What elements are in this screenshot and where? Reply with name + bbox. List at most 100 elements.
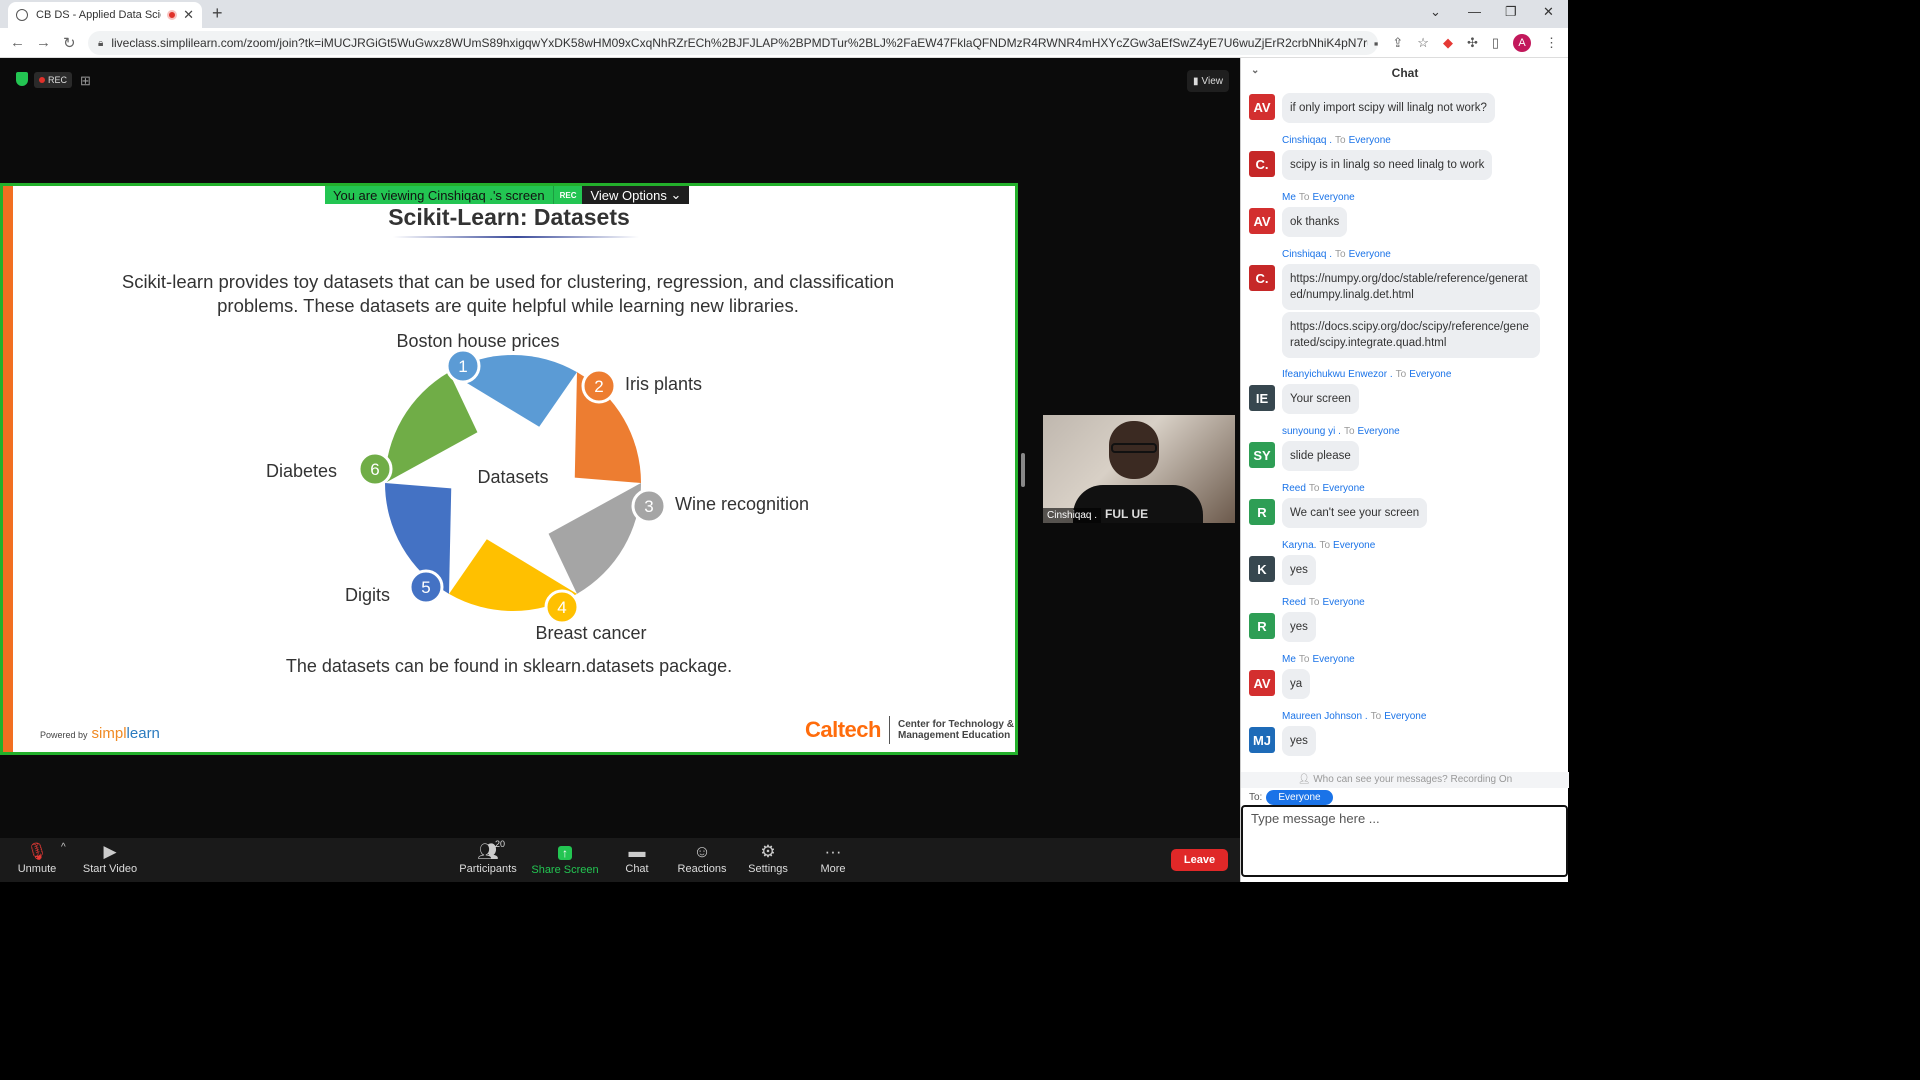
camera-icon[interactable]: ▪ — [1374, 36, 1379, 51]
more-button[interactable]: ··· More — [798, 841, 868, 875]
more-label: More — [820, 863, 846, 875]
dataset-number: 6 — [370, 460, 379, 479]
dataset-segment — [548, 483, 641, 594]
chat-recipient[interactable]: Everyone — [1322, 597, 1364, 608]
tab-close-icon[interactable]: ✕ — [183, 7, 194, 23]
video-tile[interactable]: FUL UE Cinshiqaq . — [1043, 415, 1235, 523]
chat-message-meta: sunyoung yi . To Everyone — [1282, 426, 1400, 437]
logo-separator — [888, 716, 890, 744]
browser-menu-icon[interactable]: ⋮ — [1545, 35, 1558, 51]
chat-message-meta: Cinshiqaq . To Everyone — [1282, 135, 1391, 146]
chat-sender[interactable]: Me — [1282, 192, 1296, 203]
security-shield-icon[interactable] — [16, 72, 28, 86]
chat-to: To — [1319, 540, 1331, 551]
dataset-label: Diabetes — [266, 461, 337, 481]
chat-recipient[interactable]: Everyone — [1312, 654, 1354, 665]
chat-recipient[interactable]: Everyone — [1349, 249, 1391, 260]
chat-bubble: We can't see your screen — [1282, 498, 1428, 528]
back-icon[interactable]: ← — [10, 34, 25, 51]
chat-to: To — [1298, 654, 1310, 665]
privacy-icon: 👤︎ — [1297, 774, 1311, 785]
tab-favicon-icon — [16, 9, 28, 21]
privacy-note[interactable]: 👤︎ Who can see your messages? Recording … — [1241, 772, 1569, 788]
view-button[interactable]: ▮ View — [1187, 70, 1230, 92]
more-dots-icon: ··· — [824, 842, 842, 861]
collapse-chevron-icon[interactable]: ⌄ — [1251, 65, 1259, 76]
chat-sender[interactable]: Karyna. — [1282, 540, 1316, 551]
chat-to: To — [1370, 711, 1382, 722]
tab-search-icon[interactable]: ⌄ — [1430, 4, 1441, 20]
dataset-number: 4 — [557, 598, 566, 617]
panel-resize-handle[interactable] — [1021, 453, 1025, 487]
extensions-puzzle-icon[interactable]: ✣ — [1467, 35, 1478, 51]
gallery-grid-icon[interactable]: ⊞ — [80, 73, 91, 89]
address-bar[interactable]: 🔒︎ liveclass.simplilearn.com/zoom/join?t… — [88, 31, 1378, 55]
leave-button[interactable]: Leave — [1171, 849, 1228, 871]
chat-sender[interactable]: sunyoung yi . — [1282, 426, 1341, 437]
restore-icon[interactable]: ❐ — [1505, 4, 1517, 20]
view-label: View — [1201, 75, 1224, 87]
chat-message-input[interactable] — [1241, 805, 1568, 877]
extension-icon[interactable]: ◆ — [1443, 35, 1453, 51]
chat-recipient[interactable]: Everyone — [1322, 483, 1364, 494]
video-glasses — [1111, 443, 1157, 453]
profile-avatar[interactable]: A — [1513, 34, 1531, 52]
start-video-button[interactable]: ▶ Start Video — [75, 841, 145, 875]
new-tab-button[interactable]: + — [212, 3, 223, 24]
chat-sender[interactable]: Reed — [1282, 483, 1306, 494]
browser-tab[interactable]: CB DS - Applied Data Scienc ✕ — [8, 2, 202, 28]
chat-avatar: K — [1249, 556, 1275, 582]
chat-bubble: if only import scipy will linalg not wor… — [1282, 93, 1495, 123]
chat-sender[interactable]: Me — [1282, 654, 1296, 665]
settings-button[interactable]: ⚙ Settings — [733, 841, 803, 875]
dataset-label: Breast cancer — [535, 623, 646, 643]
chat-avatar: IE — [1249, 385, 1275, 411]
chat-recipient[interactable]: Everyone — [1333, 540, 1375, 551]
dataset-number: 1 — [458, 357, 467, 376]
chat-recipient[interactable]: Everyone — [1384, 711, 1426, 722]
participants-button[interactable]: 👥︎ 20 Participants — [453, 839, 523, 875]
recipient-selector[interactable]: Everyone — [1266, 790, 1333, 805]
bookmark-star-icon[interactable]: ☆ — [1417, 35, 1429, 51]
audio-options-chevron-icon[interactable]: ^ — [61, 842, 66, 853]
chat-sender[interactable]: Reed — [1282, 597, 1306, 608]
chat-recipient[interactable]: Everyone — [1358, 426, 1400, 437]
chat-bubble: https://docs.scipy.org/doc/scipy/referen… — [1282, 312, 1540, 358]
chat-recipient[interactable]: Everyone — [1349, 135, 1391, 146]
zoom-meeting-area: REC ⊞ ▮ View You are viewing Cinshiqaq .'… — [0, 58, 1240, 838]
chat-panel: ⌄ Chat AV if only import scipy will linal… — [1240, 58, 1569, 882]
chat-to: To — [1308, 483, 1320, 494]
side-panel-icon[interactable]: ▯ — [1492, 35, 1499, 51]
chat-bubble: yes — [1282, 612, 1316, 642]
chat-avatar: AV — [1249, 670, 1275, 696]
powered-by-label: Powered by — [40, 730, 88, 740]
privacy-note-text: Who can see your messages? Recording On — [1313, 774, 1513, 785]
recording-badge[interactable]: REC — [34, 72, 73, 88]
share-screen-button[interactable]: ↑ Share Screen — [530, 841, 600, 876]
chat-message-meta: Reed To Everyone — [1282, 597, 1365, 608]
chat-recipient[interactable]: Everyone — [1409, 369, 1451, 380]
chat-sender[interactable]: Cinshiqaq . — [1282, 135, 1332, 146]
brand-learn: learn — [126, 725, 160, 742]
reload-icon[interactable]: ↻ — [63, 34, 76, 52]
chat-avatar: C. — [1249, 265, 1275, 291]
share-screen-label: Share Screen — [531, 864, 599, 876]
chat-sender[interactable]: Cinshiqaq . — [1282, 249, 1332, 260]
chat-sender[interactable]: Maureen Johnson . — [1282, 711, 1368, 722]
share-icon[interactable]: ⇪ — [1392, 35, 1403, 51]
chat-bubble-icon: ▬ — [628, 842, 646, 861]
participants-icon: 👥︎ — [477, 842, 499, 861]
chat-sender[interactable]: Ifeanyichukwu Enwezor . — [1282, 369, 1393, 380]
forward-icon[interactable]: → — [36, 34, 51, 51]
chat-to: To — [1308, 597, 1320, 608]
settings-label: Settings — [748, 863, 788, 875]
window-close-icon[interactable]: ✕ — [1543, 4, 1554, 20]
video-participant-name: Cinshiqaq . — [1043, 508, 1102, 523]
chat-button[interactable]: ▬ Chat — [602, 841, 672, 875]
caltech-logo: Caltech Center for Technology & Managemen… — [805, 716, 1014, 744]
chat-recipient[interactable]: Everyone — [1312, 192, 1354, 203]
gear-icon: ⚙ — [760, 842, 776, 861]
minimize-icon[interactable]: — — [1468, 4, 1481, 19]
reactions-button[interactable]: ☺ Reactions — [667, 841, 737, 875]
dataset-label: Boston house prices — [396, 331, 559, 351]
